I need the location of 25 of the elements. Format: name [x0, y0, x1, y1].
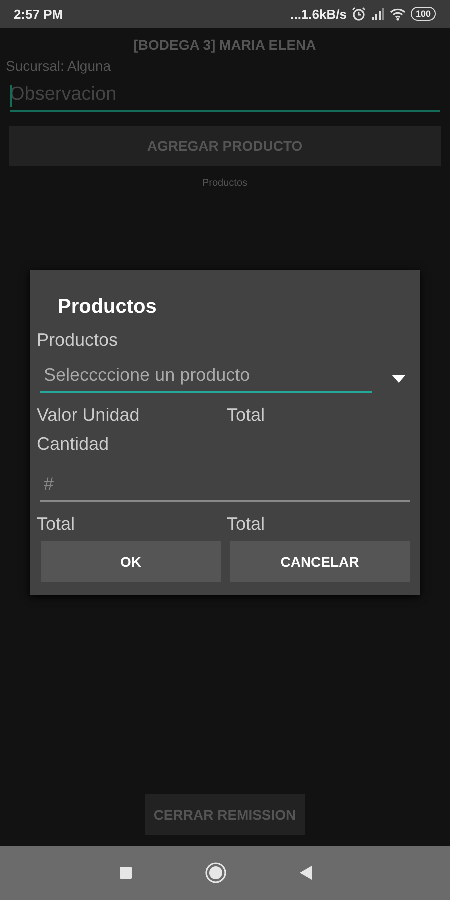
battery-level: 100	[410, 7, 436, 21]
signal-icon	[370, 8, 385, 20]
screen-title: [BODEGA 3] MARIA ELENA	[132, 37, 318, 53]
total-label: Total	[37, 514, 76, 535]
back-icon[interactable]	[299, 865, 313, 881]
quantity-field[interactable]: #	[40, 472, 410, 502]
alarm-icon	[352, 7, 366, 21]
dialog-title: Productos	[58, 296, 158, 319]
network-speed: ...1.6kB/s	[290, 6, 347, 22]
product-label: Productos	[37, 330, 120, 351]
product-select[interactable]: Seleccccione un producto	[40, 365, 372, 393]
recents-icon[interactable]	[119, 866, 133, 880]
home-icon[interactable]	[205, 862, 227, 884]
quantity-label: Cantidad	[37, 434, 110, 455]
text-cursor	[10, 85, 12, 107]
wifi-icon	[390, 8, 406, 20]
products-label: Productos	[201, 178, 249, 189]
dropdown-icon[interactable]	[392, 375, 406, 383]
ok-button[interactable]: OK	[41, 541, 221, 582]
cancel-button[interactable]: CANCELAR	[230, 541, 410, 582]
branch-label: Sucursal: Alguna	[6, 58, 112, 74]
unit-value-label: Valor Unidad	[37, 405, 141, 426]
status-time: 2:57 PM	[14, 6, 64, 22]
unit-total-label: Total	[227, 405, 266, 426]
total-value: Total	[227, 514, 266, 535]
